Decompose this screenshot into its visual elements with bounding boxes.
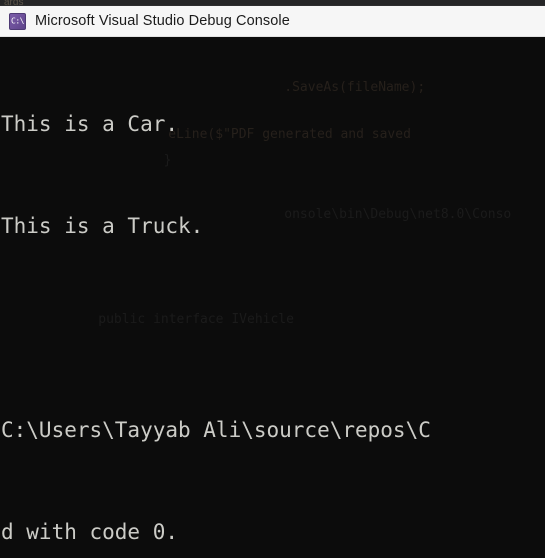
console-line: This is a Truck. <box>1 214 204 238</box>
console-line-blank <box>1 311 545 345</box>
console-app-icon: C:\ <box>9 12 26 30</box>
screen-root: ards 4 references void DisplayInfo(); } … <box>0 0 545 558</box>
debug-console-window[interactable]: C:\ Microsoft Visual Studio Debug Consol… <box>0 6 545 558</box>
console-output-area[interactable]: .SaveAs(fileName); eLine($"PDF generated… <box>0 37 545 558</box>
console-icon-glyph: C:\ <box>11 16 24 26</box>
window-title: Microsoft Visual Studio Debug Console <box>35 13 290 29</box>
console-line: d with code 0. <box>1 520 179 544</box>
console-line: C:\Users\Tayyab Ali\source\repos\C <box>1 418 431 442</box>
console-title-bar[interactable]: C:\ Microsoft Visual Studio Debug Consol… <box>0 6 545 37</box>
console-text-output: This is a Car. This is a Truck. C:\Users… <box>1 37 545 558</box>
console-line: This is a Car. <box>1 112 179 136</box>
